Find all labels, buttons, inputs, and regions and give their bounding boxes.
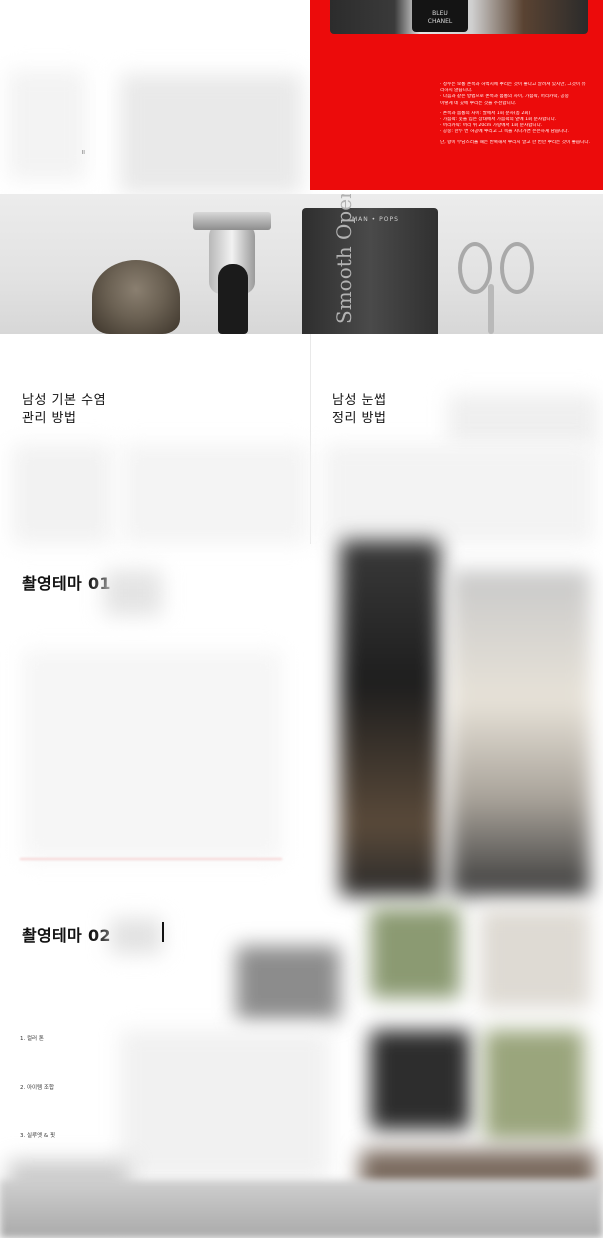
- bottom-shadow: [0, 1180, 603, 1238]
- scissors-icon: [458, 242, 492, 294]
- blurred-image: [104, 570, 162, 616]
- tip-line: 단, 향이 부담스러울 때는 반복해서 뿌리지 말고 한 번만 뿌리는 것이 좋…: [440, 139, 590, 145]
- scissors-ring: [500, 242, 534, 294]
- article-card-beard[interactable]: 남성 기본 수염 관리 방법: [22, 392, 106, 428]
- theme-02-title: 촬영테마 02: [22, 926, 111, 945]
- blurred-image: [236, 946, 340, 1020]
- tip-line: · 공중: 한두 번 허공에 뿌리고 그 속을 지나가면 은은하게 남습니다.: [440, 129, 569, 135]
- bottle-label-1: BLEU: [432, 10, 448, 17]
- theme-02-item: 1. 컬러 톤: [20, 1036, 44, 1042]
- theme-01-photo-items: [450, 570, 590, 896]
- theme-01-title: 촬영테마 01: [22, 574, 111, 593]
- perfume-bottle: BLEU CHANEL: [412, 0, 468, 32]
- left-note: ll: [82, 150, 85, 156]
- blurred-image: [448, 394, 598, 446]
- theme-02-item: 2. 아이템 조합: [20, 1085, 55, 1091]
- blurred-image: [12, 444, 112, 544]
- cream-tube: [302, 208, 438, 334]
- card-title-line: 남성 기본 수염: [22, 393, 107, 408]
- column-divider: [310, 334, 311, 544]
- scissors-blade: [488, 284, 494, 334]
- blurred-image: [120, 74, 302, 194]
- card-title-line: 정리 방법: [332, 411, 387, 426]
- card-title-line: 관리 방법: [22, 411, 77, 426]
- shaving-brush-icon: [92, 260, 180, 334]
- theme-02-item: 3. 실루엣 & 핏: [20, 1133, 56, 1139]
- blurred-image: [324, 444, 594, 544]
- accent-underline: [20, 858, 282, 860]
- perfume-tips-list: · 정수는 보통 손목과 허벅지에 뿌리는 것이 좋다고 알려져 있지만, 그것…: [440, 82, 600, 146]
- theme-02-photo-white: [480, 908, 590, 1008]
- razor-handle: [218, 264, 248, 334]
- blurred-image: [120, 1030, 330, 1180]
- blurred-image: [110, 918, 162, 954]
- theme-02-photo-green-2: [484, 1030, 584, 1140]
- grooming-tools-photo: MAN • POPS Smooth Operator: [0, 194, 603, 334]
- razor-head: [193, 212, 271, 230]
- text-cursor: [162, 922, 164, 942]
- article-card-eyebrow[interactable]: 남성 눈썹 정리 방법: [332, 392, 386, 428]
- tube-brand: MAN • POPS: [352, 216, 399, 223]
- theme-02-photo-black: [370, 1030, 470, 1130]
- blurred-image: [8, 70, 86, 180]
- blurred-image: [22, 650, 282, 860]
- blurred-image: [122, 444, 308, 544]
- tube-product-name: Smooth Operator: [332, 194, 356, 324]
- tip-line: 이렇게 네 곳에 뿌리는 것을 추천합니다.: [440, 100, 517, 106]
- theme-02-photo-green-1: [370, 908, 460, 998]
- bottle-label-2: CHANEL: [427, 18, 453, 25]
- card-title-line: 남성 눈썹: [332, 393, 387, 408]
- theme-01-photo-bottle: [340, 540, 440, 896]
